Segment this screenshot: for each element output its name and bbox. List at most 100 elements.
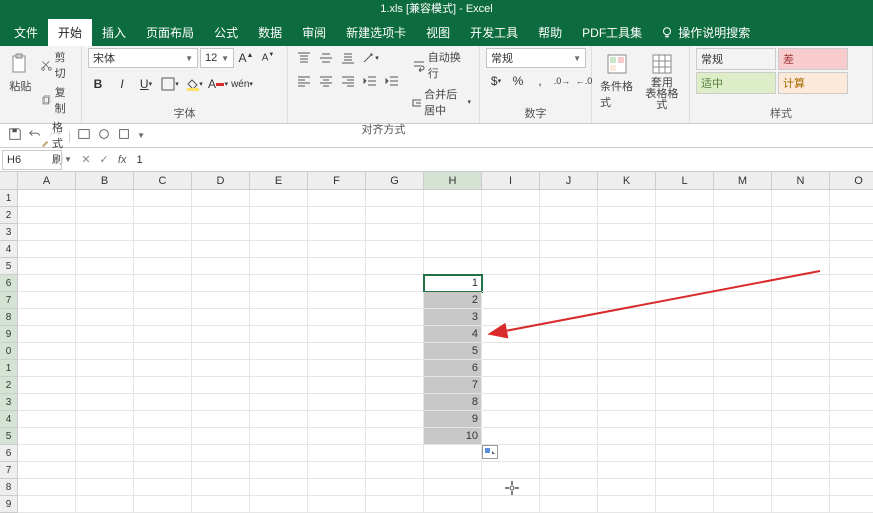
cell[interactable]: [772, 479, 830, 496]
table-format-button[interactable]: 套用 表格格式: [641, 48, 683, 115]
cell[interactable]: [656, 224, 714, 241]
row-header[interactable]: 8: [0, 309, 18, 326]
select-all-corner[interactable]: [0, 172, 18, 190]
cell[interactable]: [714, 377, 772, 394]
cell[interactable]: [192, 496, 250, 513]
cell[interactable]: [656, 258, 714, 275]
cell[interactable]: 4: [424, 326, 482, 343]
cell[interactable]: [192, 258, 250, 275]
cell[interactable]: [76, 309, 134, 326]
cell[interactable]: [482, 241, 540, 258]
cut-button[interactable]: 剪切: [39, 48, 75, 82]
cell[interactable]: [772, 377, 830, 394]
cell[interactable]: [134, 207, 192, 224]
cell[interactable]: [250, 479, 308, 496]
cell[interactable]: [830, 377, 873, 394]
cell[interactable]: 2: [424, 292, 482, 309]
increase-font-button[interactable]: A▲: [236, 48, 256, 68]
cell[interactable]: [772, 190, 830, 207]
indent-inc-button[interactable]: [382, 71, 402, 91]
cell[interactable]: [192, 343, 250, 360]
cell[interactable]: [482, 377, 540, 394]
tab-custom[interactable]: 新建选项卡: [336, 19, 416, 46]
cell[interactable]: [192, 292, 250, 309]
cell[interactable]: [76, 224, 134, 241]
col-header[interactable]: G: [366, 172, 424, 190]
cell[interactable]: [482, 190, 540, 207]
cell[interactable]: [366, 224, 424, 241]
cell[interactable]: [598, 292, 656, 309]
cell[interactable]: [366, 479, 424, 496]
cell[interactable]: [714, 258, 772, 275]
cell[interactable]: [250, 326, 308, 343]
style-good[interactable]: 适中: [696, 72, 776, 94]
cell[interactable]: [772, 428, 830, 445]
percent-button[interactable]: %: [508, 71, 528, 91]
cell[interactable]: [424, 224, 482, 241]
cell[interactable]: [540, 190, 598, 207]
currency-button[interactable]: $▾: [486, 71, 506, 91]
cell[interactable]: [424, 190, 482, 207]
cell[interactable]: [482, 462, 540, 479]
cell[interactable]: [482, 326, 540, 343]
cell[interactable]: [308, 258, 366, 275]
cell[interactable]: [308, 190, 366, 207]
cell[interactable]: [76, 258, 134, 275]
row-header[interactable]: 5: [0, 428, 18, 445]
row-header[interactable]: 7: [0, 462, 18, 479]
cell[interactable]: [424, 479, 482, 496]
cell[interactable]: [250, 462, 308, 479]
cell[interactable]: [714, 224, 772, 241]
align-middle-button[interactable]: [316, 48, 336, 68]
cell[interactable]: [540, 360, 598, 377]
tab-formulas[interactable]: 公式: [204, 19, 248, 46]
row-header[interactable]: 6: [0, 445, 18, 462]
tab-data[interactable]: 数据: [248, 19, 292, 46]
cell[interactable]: [830, 309, 873, 326]
decrease-font-button[interactable]: A▼: [258, 48, 278, 68]
cell[interactable]: [598, 479, 656, 496]
col-header[interactable]: M: [714, 172, 772, 190]
cell[interactable]: [366, 207, 424, 224]
cell[interactable]: [76, 360, 134, 377]
col-header[interactable]: F: [308, 172, 366, 190]
cell[interactable]: [540, 496, 598, 513]
cell[interactable]: [18, 394, 76, 411]
spreadsheet-grid[interactable]: ABCDEFGHIJKLMNO 1234567890123456789 1234…: [0, 172, 873, 513]
accept-formula-button[interactable]: ✓: [96, 152, 112, 168]
cell[interactable]: [540, 445, 598, 462]
font-color-button[interactable]: A▾: [208, 74, 228, 94]
cell[interactable]: [714, 445, 772, 462]
cell[interactable]: [308, 224, 366, 241]
cell[interactable]: [192, 224, 250, 241]
align-center-button[interactable]: [316, 71, 336, 91]
cell[interactable]: [250, 275, 308, 292]
cell[interactable]: [18, 377, 76, 394]
cell[interactable]: [598, 258, 656, 275]
paste-button[interactable]: 粘贴: [6, 48, 35, 98]
cell[interactable]: 5: [424, 343, 482, 360]
cell[interactable]: [250, 292, 308, 309]
cell[interactable]: [308, 445, 366, 462]
cell[interactable]: [134, 462, 192, 479]
cell[interactable]: [76, 292, 134, 309]
cell[interactable]: [482, 292, 540, 309]
cell[interactable]: [656, 428, 714, 445]
cell[interactable]: [714, 343, 772, 360]
cell[interactable]: [76, 462, 134, 479]
tab-layout[interactable]: 页面布局: [136, 19, 204, 46]
cell[interactable]: [134, 411, 192, 428]
cell[interactable]: [714, 275, 772, 292]
cell[interactable]: [250, 224, 308, 241]
cell[interactable]: [482, 275, 540, 292]
cell[interactable]: [540, 292, 598, 309]
cell[interactable]: [598, 224, 656, 241]
row-header[interactable]: 8: [0, 479, 18, 496]
cell[interactable]: [772, 224, 830, 241]
indent-dec-button[interactable]: [360, 71, 380, 91]
cell[interactable]: [250, 241, 308, 258]
cell[interactable]: [482, 496, 540, 513]
cell[interactable]: [192, 309, 250, 326]
cell[interactable]: [656, 411, 714, 428]
cell[interactable]: [366, 360, 424, 377]
